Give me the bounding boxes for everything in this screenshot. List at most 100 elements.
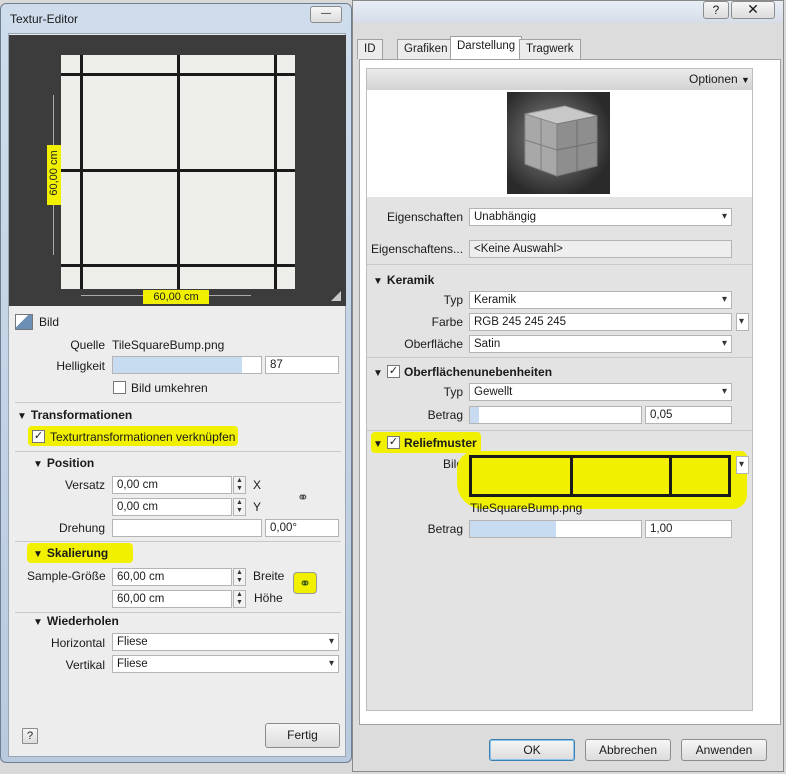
bumps-amount-field[interactable]: 0,05 (645, 406, 732, 424)
vertical-label: Vertikal (65, 658, 105, 672)
collapse-triangle-icon: ▼ (33, 617, 43, 628)
collapse-triangle-icon: ▼ (373, 276, 383, 287)
link-transforms-checkbox[interactable]: ✓ (32, 430, 45, 443)
brightness-slider[interactable] (112, 356, 262, 374)
cancel-button[interactable]: Abbrechen (585, 739, 671, 761)
type-label: Typ (443, 293, 463, 307)
ceramic-header[interactable]: ▼ Keramik (373, 273, 434, 287)
slider-fill (470, 407, 479, 423)
horizontal-dropdown[interactable]: Fliese (112, 633, 339, 651)
tab-id[interactable]: ID (357, 39, 383, 59)
color-dropdown-button[interactable] (736, 313, 749, 331)
relief-header-label: Reliefmuster (404, 436, 477, 450)
rotation-slider[interactable] (112, 519, 262, 537)
sample-size-label: Sample-Größe (27, 569, 106, 583)
scaling-header[interactable]: ▼ Skalierung (33, 546, 108, 560)
apply-button[interactable]: Anwenden (681, 739, 767, 761)
relief-checkbox[interactable]: ✓ (387, 436, 400, 449)
chain-link-icon[interactable]: ⚭ (297, 489, 309, 506)
color-label: Farbe (431, 315, 463, 329)
bumps-header-label: Oberflächenunebenheiten (404, 365, 553, 379)
position-header[interactable]: ▼ Position (33, 456, 94, 470)
options-menu[interactable]: Optionen ▼ (689, 72, 750, 86)
rotation-field[interactable]: 0,00° (265, 519, 339, 537)
sample-width-field[interactable]: 60,00 cm (112, 568, 232, 586)
ok-button[interactable]: OK (489, 739, 575, 761)
tab-grafiken[interactable]: Grafiken (397, 39, 455, 59)
offset-x-field[interactable]: 0,00 cm (112, 476, 232, 494)
chain-link-icon[interactable]: ⚭ (293, 572, 317, 594)
transformations-header[interactable]: ▼ Transformationen (17, 408, 132, 422)
repeat-header[interactable]: ▼ Wiederholen (33, 614, 119, 628)
width-label: Breite (253, 569, 285, 583)
slider-fill (470, 521, 556, 537)
divider (367, 264, 752, 265)
divider (367, 357, 752, 358)
collapse-triangle-icon: ▼ (17, 411, 27, 422)
height-label: Höhe (254, 591, 283, 605)
repeat-header-label: Wiederholen (46, 614, 119, 628)
offset-y-spinner[interactable]: ▲ ▼ (233, 498, 246, 516)
position-header-label: Position (46, 456, 95, 470)
minimize-button[interactable]: — (310, 6, 342, 23)
sample-height-field[interactable]: 60,00 cm (112, 590, 232, 608)
transformations-header-label: Transformationen (30, 408, 133, 422)
collapse-triangle-icon: ▼ (33, 549, 43, 560)
horizontal-label: Horizontal (50, 636, 105, 650)
tile-line (669, 458, 672, 494)
tile-line-v (80, 55, 83, 289)
resize-grip-icon[interactable] (331, 291, 341, 301)
texture-editor-window: Textur-Editor — 60,00 cm 60,00 cm Bild Q… (0, 3, 352, 763)
tab-tragwerk[interactable]: Tragwerk (519, 39, 581, 59)
texture-tile (61, 55, 295, 289)
vertical-dropdown[interactable]: Fliese (112, 655, 339, 673)
tile-line-v (274, 55, 277, 289)
close-icon: ✕ (747, 1, 759, 17)
material-dialog: ? ✕ ID Grafiken Darstellung Tragwerk Opt… (352, 0, 784, 772)
y-label: Y (253, 500, 262, 514)
relief-header[interactable]: ▼ (373, 436, 387, 450)
window-title: Textur-Editor (10, 12, 79, 26)
bumps-amount-slider[interactable] (469, 406, 642, 424)
surface-label: Oberfläche (404, 337, 463, 351)
color-field[interactable]: RGB 245 245 245 (469, 313, 732, 331)
texture-preview: 60,00 cm 60,00 cm (9, 35, 346, 306)
checkmark-icon: ✓ (388, 436, 399, 448)
tab-darstellung[interactable]: Darstellung (450, 36, 523, 60)
bumps-header[interactable]: ▼ (373, 365, 387, 379)
divider (15, 612, 341, 613)
brightness-label: Helligkeit (56, 359, 105, 373)
collapse-triangle-icon: ▼ (373, 368, 383, 379)
properties-label: Eigenschaften (386, 210, 463, 224)
invert-checkbox[interactable] (113, 381, 126, 394)
sample-height-spinner[interactable]: ▲ ▼ (233, 590, 246, 608)
help-button[interactable]: ? (22, 728, 38, 744)
ceramic-header-label: Keramik (386, 273, 435, 287)
surface-dropdown[interactable]: Satin (469, 335, 732, 353)
collapse-triangle-icon: ▼ (33, 459, 43, 470)
relief-image-dropdown[interactable] (736, 456, 749, 474)
offset-x-spinner[interactable]: ▲ ▼ (233, 476, 246, 494)
type-dropdown[interactable]: Keramik (469, 291, 732, 309)
material-preview-image (507, 92, 610, 194)
image-icon (15, 314, 33, 330)
offset-label: Versatz (64, 478, 105, 492)
offset-y-field[interactable]: 0,00 cm (112, 498, 232, 516)
bumps-checkbox[interactable]: ✓ (387, 365, 400, 378)
bumps-type-dropdown[interactable]: Gewellt (469, 383, 732, 401)
sample-width-spinner[interactable]: ▲ ▼ (233, 568, 246, 586)
relief-amount-field[interactable]: 1,00 (645, 520, 732, 538)
close-button[interactable]: ✕ (731, 1, 775, 19)
done-button[interactable]: Fertig (265, 723, 340, 748)
image-section-label: Bild (39, 315, 60, 329)
help-button[interactable]: ? (703, 1, 729, 19)
divider (15, 451, 341, 452)
relief-amount-slider[interactable] (469, 520, 642, 538)
property-set-field[interactable]: <Keine Auswahl> (469, 240, 732, 258)
checkmark-icon: ✓ (33, 430, 44, 442)
relief-amount-label: Betrag (427, 522, 463, 536)
brightness-field[interactable]: 87 (265, 356, 339, 374)
properties-dropdown[interactable]: Unabhängig (469, 208, 732, 226)
dimension-label-vertical: 60,00 cm (48, 150, 60, 196)
tile-line-v (177, 55, 180, 289)
